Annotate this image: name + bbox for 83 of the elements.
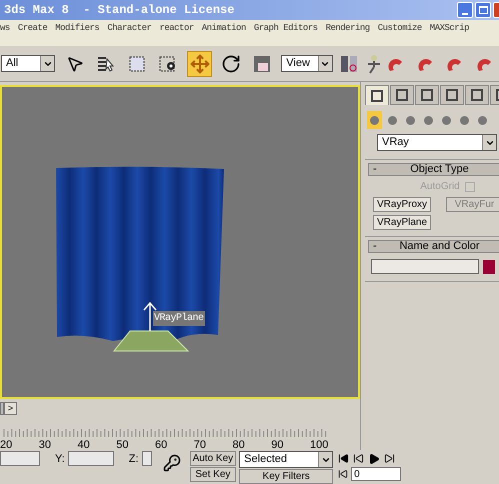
key-mode-dropdown[interactable]: Selected: [239, 451, 334, 468]
key-mode-icon[interactable]: [338, 469, 348, 479]
menu-item[interactable]: Rendering: [326, 22, 370, 36]
collapse-toggle[interactable]: -: [369, 238, 387, 255]
rollout-title: Object Type: [409, 162, 470, 178]
region-select-icon: [128, 54, 146, 72]
selection-filter-dropdown[interactable]: All: [1, 55, 56, 72]
category-icon: [423, 114, 434, 126]
menu-item[interactable]: MAXScrip: [430, 22, 470, 36]
reference-coordinate-dropdown[interactable]: View: [281, 55, 333, 72]
panel-tab[interactable]: [440, 85, 464, 105]
scale-icon: [253, 54, 272, 72]
object-label: VRayPlane: [153, 310, 205, 326]
z-label: Z:: [128, 452, 139, 467]
menu-item[interactable]: ws: [0, 22, 10, 36]
category-icon: [459, 114, 470, 126]
rollout-title: Name and Color: [398, 239, 481, 254]
category-icon: [477, 114, 488, 126]
category-icon: [405, 114, 416, 126]
menu-item[interactable]: Create: [18, 22, 48, 36]
tab-icon: [445, 88, 459, 102]
category-icon: [441, 114, 452, 126]
rollout-header[interactable]: - Name and Color: [368, 240, 499, 253]
panel-tab[interactable]: [390, 85, 414, 105]
close-button[interactable]: [493, 2, 499, 18]
viewport[interactable]: VRayPlane: [0, 84, 360, 400]
maximize-icon: [478, 6, 488, 14]
timeline-tick-label: 70: [194, 439, 206, 452]
timeline-tick-label: 20: [0, 439, 12, 452]
timeline-tick-label: 80: [232, 439, 245, 452]
name-field[interactable]: [371, 259, 479, 274]
timeline-tick-label: 50: [116, 439, 128, 452]
set-key-button[interactable]: Set Key: [190, 467, 236, 482]
menu-item[interactable]: Animation: [202, 22, 246, 36]
minimize-icon: [462, 13, 468, 15]
maximize-button[interactable]: [475, 2, 491, 18]
timeline-tick-label: 90: [271, 439, 284, 452]
x-field[interactable]: [0, 451, 40, 466]
move-icon: [190, 54, 210, 74]
collapse-toggle[interactable]: -: [369, 161, 387, 178]
previous-frame-icon[interactable]: [353, 453, 364, 464]
create-object-button[interactable]: VRayPlane: [373, 215, 431, 230]
timeline-tick-label: 100: [310, 439, 328, 452]
tab-icon: [420, 88, 434, 102]
menu-item[interactable]: Character: [107, 22, 152, 36]
rotate-icon: [220, 54, 241, 74]
timeline-tick-label: 40: [78, 439, 90, 452]
tab-icon: [395, 88, 409, 102]
category-dropdown[interactable]: VRay: [377, 134, 497, 151]
category-icon: [369, 114, 380, 126]
play-icon[interactable]: [368, 452, 380, 464]
menu-item[interactable]: Modifiers: [55, 22, 100, 36]
key-filters-button[interactable]: Key Filters: [239, 469, 334, 484]
menu-item[interactable]: Customize: [378, 22, 422, 36]
y-field[interactable]: [68, 451, 114, 466]
auto-key-button[interactable]: Auto Key: [190, 451, 236, 466]
frame-field[interactable]: 0: [351, 467, 402, 481]
next-frame-icon[interactable]: [384, 453, 396, 464]
go-to-start-icon[interactable]: [338, 453, 350, 464]
pointer-icon: [66, 54, 84, 72]
create-object-button[interactable]: VRayProxy: [373, 197, 431, 212]
panel-tab[interactable]: [415, 85, 439, 105]
next-frame-button[interactable]: >: [4, 402, 17, 416]
y-label: Y:: [55, 452, 65, 467]
timeline-tick-label: 30: [38, 439, 51, 452]
panel-tab[interactable]: [365, 85, 389, 105]
color-swatch[interactable]: [483, 260, 495, 274]
key-icon[interactable]: [162, 454, 181, 472]
window-select-icon: [159, 54, 178, 72]
list-pointer-icon: [96, 54, 115, 72]
category-button[interactable]: [367, 111, 382, 129]
window-title: 3ds Max 8 - Stand-alone License: [4, 2, 234, 19]
z-field[interactable]: [142, 451, 152, 466]
category-icon: [387, 114, 398, 126]
panel-tab[interactable]: [465, 85, 489, 105]
tab-icon: [370, 88, 384, 102]
menu-item[interactable]: reactor: [159, 22, 194, 36]
tab-icon: [470, 88, 484, 102]
autogrid-label: AutoGrid: [420, 180, 460, 194]
rollout-header[interactable]: - Object Type: [368, 163, 499, 176]
timeline-tick-label: 60: [155, 439, 168, 452]
minimize-button[interactable]: [457, 2, 473, 18]
menu-item[interactable]: Graph Editors: [254, 22, 318, 36]
